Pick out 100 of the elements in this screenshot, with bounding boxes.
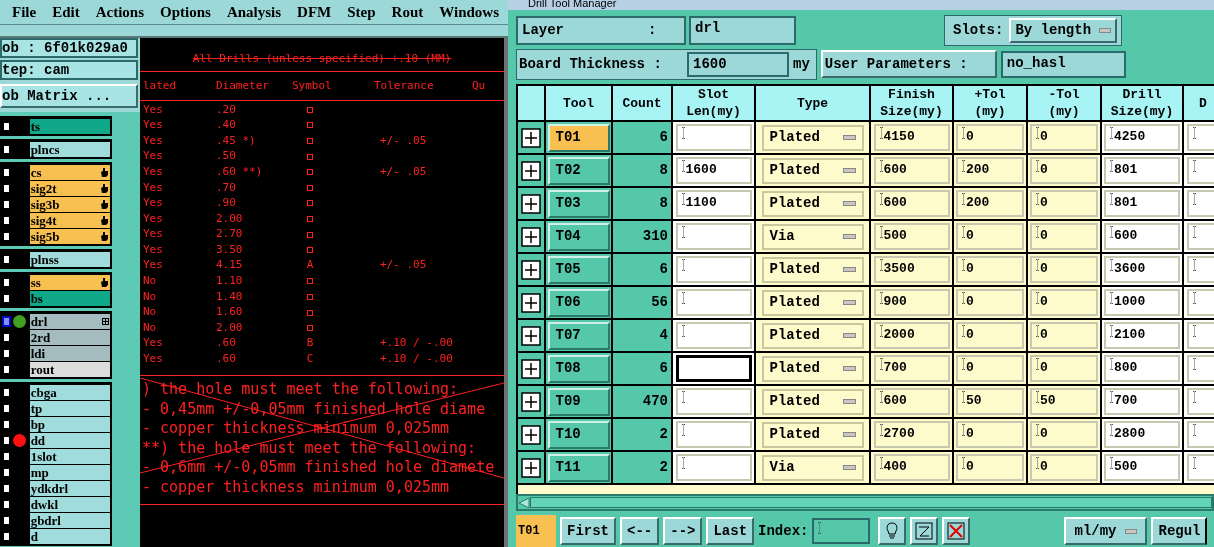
- menu-item[interactable]: Analysis: [226, 0, 282, 24]
- plus-tolerance-field[interactable]: 200: [956, 190, 1024, 217]
- menu-item[interactable]: Windows: [439, 0, 499, 24]
- drill-size-field[interactable]: 2100: [1104, 322, 1180, 349]
- drill-size-field[interactable]: 500: [1104, 454, 1180, 481]
- index-field[interactable]: [812, 518, 871, 544]
- minus-tolerance-field[interactable]: 0: [1030, 289, 1098, 316]
- layer-checkbox[interactable]: [2, 514, 11, 526]
- layer-checkbox[interactable]: [2, 402, 11, 414]
- tool-button[interactable]: T09: [547, 387, 610, 416]
- navigation-button[interactable]: -->: [663, 517, 703, 545]
- layer-checkbox[interactable]: [2, 450, 11, 462]
- finish-size-field[interactable]: 2000: [873, 322, 950, 349]
- layer-checkbox[interactable]: [2, 214, 11, 226]
- extra-field[interactable]: [1187, 322, 1214, 349]
- layer-item[interactable]: ts: [29, 118, 110, 134]
- expand-row-icon[interactable]: [521, 127, 541, 148]
- layer-checkbox[interactable]: [2, 120, 11, 132]
- expand-row-icon[interactable]: [521, 358, 541, 379]
- layer-checkbox[interactable]: [2, 386, 11, 398]
- drill-size-field[interactable]: 801: [1104, 190, 1180, 217]
- extra-field[interactable]: [1187, 289, 1214, 316]
- minus-tolerance-field[interactable]: 0: [1030, 157, 1098, 184]
- minus-tolerance-field[interactable]: 0: [1030, 454, 1098, 481]
- tool-button[interactable]: T02: [547, 156, 610, 185]
- extra-field[interactable]: [1187, 190, 1214, 217]
- plus-tolerance-field[interactable]: 0: [956, 421, 1024, 448]
- menu-item[interactable]: Step: [347, 0, 376, 24]
- scrollbar-thumb[interactable]: [530, 497, 1212, 508]
- layer-item[interactable]: plnss: [29, 251, 110, 267]
- tool-button[interactable]: T03: [547, 189, 610, 218]
- layer-item[interactable]: plncs: [29, 141, 110, 157]
- finish-size-field[interactable]: 500: [873, 223, 950, 250]
- type-dropdown[interactable]: Plated: [761, 256, 864, 283]
- layer-item[interactable]: sig2t: [29, 180, 110, 196]
- extra-field[interactable]: [1187, 256, 1214, 283]
- plus-tolerance-field[interactable]: 0: [956, 289, 1024, 316]
- type-dropdown[interactable]: Plated: [761, 322, 864, 349]
- drill-size-field[interactable]: 600: [1104, 223, 1180, 250]
- layer-item[interactable]: rout: [29, 361, 110, 377]
- type-dropdown[interactable]: Plated: [761, 289, 864, 316]
- finish-size-field[interactable]: 600: [873, 388, 950, 415]
- layer-checkbox[interactable]: [2, 315, 11, 327]
- layer-checkbox[interactable]: [2, 166, 11, 178]
- expand-row-icon[interactable]: [521, 226, 541, 247]
- plus-tolerance-field[interactable]: 0: [956, 223, 1024, 250]
- finish-size-field[interactable]: 900: [873, 289, 950, 316]
- layer-item[interactable]: tp: [29, 400, 110, 416]
- type-dropdown[interactable]: Plated: [761, 190, 864, 217]
- finish-size-field[interactable]: 3500: [873, 256, 950, 283]
- navigation-button[interactable]: First: [560, 517, 616, 545]
- extra-field[interactable]: [1187, 421, 1214, 448]
- layer-checkbox[interactable]: [2, 182, 11, 194]
- layer-item[interactable]: 2rd: [29, 329, 110, 345]
- expand-row-icon[interactable]: [521, 292, 541, 313]
- slot-length-field[interactable]: [675, 355, 752, 382]
- extra-field[interactable]: [1187, 157, 1214, 184]
- navigation-button[interactable]: Last: [706, 517, 755, 545]
- drill-size-field[interactable]: 700: [1104, 388, 1180, 415]
- type-dropdown[interactable]: Plated: [761, 421, 864, 448]
- drill-size-field[interactable]: 4250: [1104, 124, 1180, 151]
- layer-item[interactable]: sig4t: [29, 212, 110, 228]
- drill-size-field[interactable]: 800: [1104, 355, 1180, 382]
- navigation-button[interactable]: <--: [620, 517, 660, 545]
- layer-checkbox[interactable]: [2, 347, 11, 359]
- plus-tolerance-field[interactable]: 0: [956, 124, 1024, 151]
- tool-button[interactable]: T05: [547, 255, 610, 284]
- type-dropdown[interactable]: Plated: [761, 355, 864, 382]
- drill-size-field[interactable]: 801: [1104, 157, 1180, 184]
- layer-checkbox[interactable]: [2, 482, 11, 494]
- minus-tolerance-field[interactable]: 0: [1030, 223, 1098, 250]
- minus-tolerance-field[interactable]: 0: [1030, 355, 1098, 382]
- user-parameters-button[interactable]: User Parameters :: [820, 50, 997, 78]
- tool-button[interactable]: T01: [547, 123, 610, 152]
- type-dropdown[interactable]: Plated: [761, 388, 864, 415]
- plus-tolerance-field[interactable]: 200: [956, 157, 1024, 184]
- plus-tolerance-field[interactable]: 50: [956, 388, 1024, 415]
- expand-row-icon[interactable]: [521, 457, 541, 478]
- minus-tolerance-field[interactable]: 0: [1030, 421, 1098, 448]
- expand-row-icon[interactable]: [521, 259, 541, 280]
- delete-button[interactable]: [942, 517, 971, 545]
- type-dropdown[interactable]: Via: [761, 223, 864, 250]
- layer-checkbox[interactable]: [2, 434, 11, 446]
- finish-size-field[interactable]: 2700: [873, 421, 950, 448]
- extra-field[interactable]: [1187, 388, 1214, 415]
- user-parameters-field[interactable]: no_hasl: [1000, 50, 1126, 78]
- type-dropdown[interactable]: Via: [761, 454, 864, 481]
- scroll-left-arrow-icon[interactable]: [518, 496, 530, 509]
- layer-item[interactable]: bp: [29, 416, 110, 432]
- slots-dropdown[interactable]: By length: [1009, 17, 1118, 43]
- expand-row-icon[interactable]: [521, 391, 541, 412]
- expand-row-icon[interactable]: [521, 193, 541, 214]
- job-matrix-button[interactable]: ob Matrix ...: [0, 84, 138, 108]
- layer-checkbox[interactable]: [2, 276, 11, 288]
- layer-field[interactable]: drl: [689, 15, 796, 45]
- type-dropdown[interactable]: Plated: [761, 124, 864, 151]
- layer-checkbox[interactable]: [2, 292, 11, 304]
- extra-field[interactable]: [1187, 454, 1214, 481]
- menu-item[interactable]: Rout: [391, 0, 424, 24]
- layer-checkbox[interactable]: [2, 530, 11, 542]
